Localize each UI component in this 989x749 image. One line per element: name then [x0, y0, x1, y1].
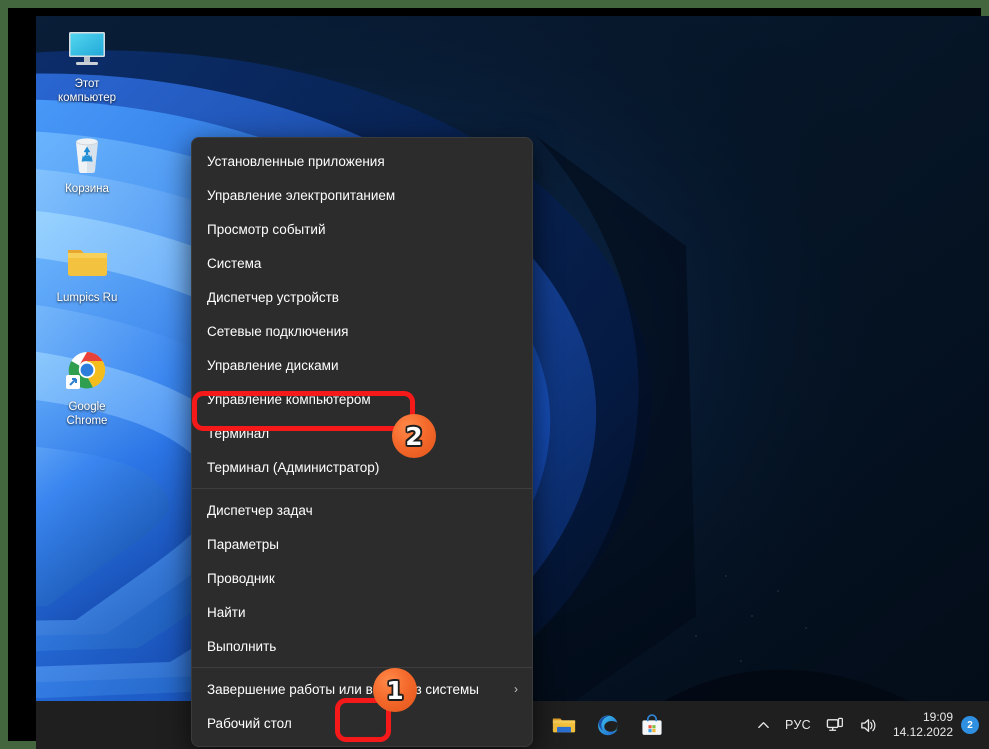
menu-item-label: Рабочий стол: [207, 715, 292, 731]
menu-item-8[interactable]: Управление компьютером: [192, 382, 532, 416]
monitor-icon: [63, 24, 111, 72]
menu-item-17[interactable]: Рабочий стол: [192, 706, 532, 740]
menu-separator: [192, 488, 532, 489]
desktop-icon-label: Google Chrome: [66, 401, 108, 427]
edge-button[interactable]: [588, 707, 628, 743]
submenu-chevron-right-icon: ›: [514, 682, 518, 696]
file-explorer-button[interactable]: [544, 707, 584, 743]
chevron-up-icon: [758, 721, 769, 728]
menu-item-7[interactable]: Управление дисками: [192, 348, 532, 382]
menu-item-label: Параметры: [207, 536, 279, 552]
tray-overflow-button[interactable]: [750, 708, 777, 742]
menu-item-label: Сетевые подключения: [207, 323, 349, 339]
desktop-icon-this-pc[interactable]: Этот компьютер: [41, 24, 133, 105]
language-indicator[interactable]: РУС: [777, 708, 819, 742]
recycle-bin-icon: [63, 129, 111, 177]
menu-item-label: Терминал (Администратор): [207, 459, 380, 475]
menu-item-label: Терминал: [207, 425, 270, 441]
clock-date: 14.12.2022: [892, 725, 953, 739]
menu-item-15[interactable]: Выполнить: [192, 629, 532, 663]
menu-item-10[interactable]: Терминал (Администратор): [192, 450, 532, 484]
edge-icon: [598, 715, 619, 736]
system-tray[interactable]: РУС 19:09 14.12.2022 2: [750, 701, 983, 749]
menu-item-13[interactable]: Проводник: [192, 561, 532, 595]
menu-item-9[interactable]: Терминал: [192, 416, 532, 450]
desktop-icon-lumpics-folder[interactable]: Lumpics Ru: [41, 238, 133, 305]
menu-item-1[interactable]: Установленные приложения: [192, 144, 532, 178]
menu-item-label: Диспетчер устройств: [207, 289, 339, 305]
menu-item-3[interactable]: Просмотр событий: [192, 212, 532, 246]
menu-item-16[interactable]: Завершение работы или выход из системы ›: [192, 672, 532, 706]
store-icon: [642, 714, 662, 735]
menu-item-label: Диспетчер задач: [207, 502, 313, 518]
menu-separator: [192, 667, 532, 668]
annotation-badge-2: 2: [392, 414, 436, 458]
menu-item-6[interactable]: Сетевые подключения: [192, 314, 532, 348]
volume-icon[interactable]: [852, 708, 885, 742]
menu-item-label: Проводник: [207, 570, 275, 586]
annotation-badge-1: 1: [373, 668, 417, 712]
black-frame: Этот компьютер Корзина Lumpics Ru Google…: [8, 8, 989, 749]
menu-item-label: Найти: [207, 604, 246, 620]
winx-context-menu[interactable]: Установленные приложения Управление элект…: [191, 137, 533, 747]
notification-badge[interactable]: 2: [961, 716, 979, 734]
menu-item-2[interactable]: Управление электропитанием: [192, 178, 532, 212]
clock[interactable]: 19:09 14.12.2022: [885, 710, 959, 740]
microsoft-store-button[interactable]: [632, 707, 672, 743]
menu-item-label: Установленные приложения: [207, 153, 385, 169]
desktop[interactable]: Этот компьютер Корзина Lumpics Ru Google…: [36, 16, 989, 749]
desktop-icon-label: Корзина: [65, 183, 109, 195]
menu-item-label: Просмотр событий: [207, 221, 326, 237]
menu-item-label: Выполнить: [207, 638, 277, 654]
chrome-icon: [63, 347, 111, 395]
desktop-icon-label: Этот компьютер: [58, 78, 116, 104]
desktop-icon-label: Lumpics Ru: [56, 292, 118, 304]
desktop-icon-recycle-bin[interactable]: Корзина: [41, 129, 133, 196]
menu-item-label: Управление компьютером: [207, 391, 371, 407]
menu-item-14[interactable]: Найти: [192, 595, 532, 629]
network-icon[interactable]: [819, 708, 852, 742]
folder-icon: [63, 238, 111, 286]
desktop-icon-google-chrome[interactable]: Google Chrome: [41, 347, 133, 428]
menu-item-11[interactable]: Диспетчер задач: [192, 493, 532, 527]
menu-item-12[interactable]: Параметры: [192, 527, 532, 561]
screen-frame: Этот компьютер Корзина Lumpics Ru Google…: [0, 0, 989, 749]
clock-time: 19:09: [922, 710, 953, 724]
menu-item-label: Управление электропитанием: [207, 187, 396, 203]
menu-item-5[interactable]: Диспетчер устройств: [192, 280, 532, 314]
folder-icon: [553, 718, 576, 733]
menu-item-label: Завершение работы или выход из системы: [207, 681, 479, 697]
menu-item-label: Система: [207, 255, 262, 271]
menu-item-4[interactable]: Система: [192, 246, 532, 280]
menu-item-label: Управление дисками: [207, 357, 339, 373]
